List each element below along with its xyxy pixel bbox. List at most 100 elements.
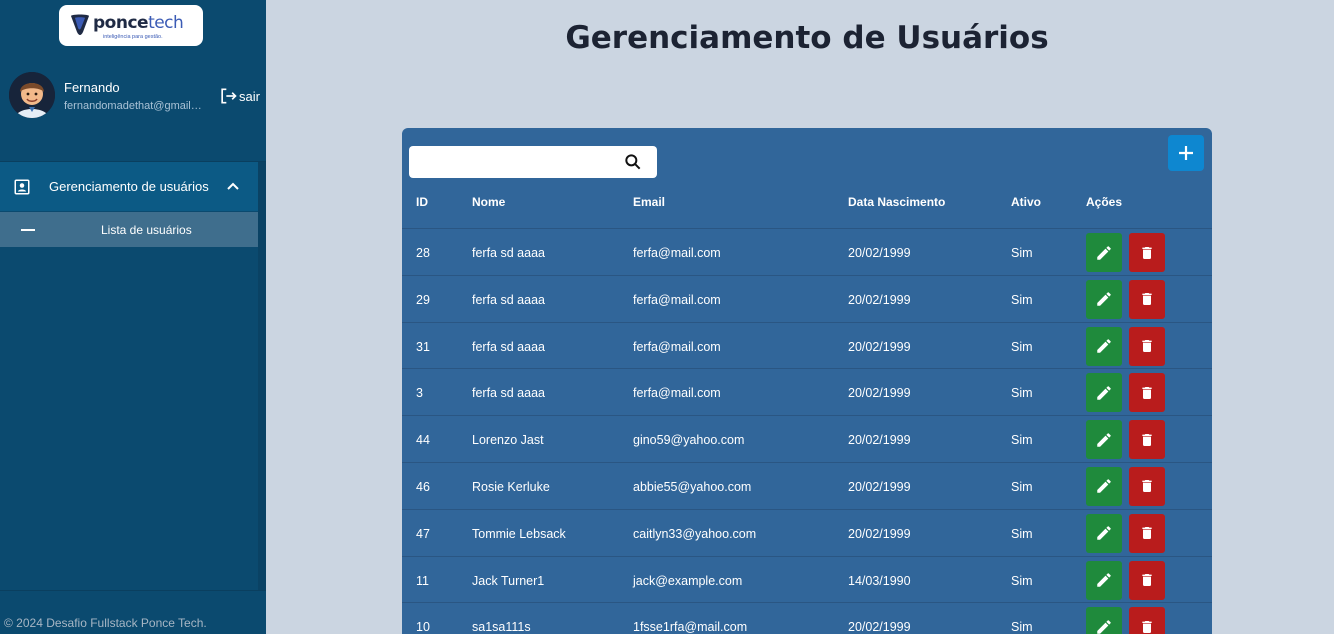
cell-name: ferfa sd aaaa — [472, 339, 545, 354]
delete-user-button[interactable] — [1129, 513, 1165, 553]
copyright-text: © 2024 Desafio Fullstack Ponce Tech. — [4, 616, 207, 630]
delete-user-button[interactable] — [1129, 607, 1165, 634]
logo-text: poncetech — [93, 13, 184, 33]
table-body: 28 ferfa sd aaaa ferfa@mail.com 20/02/19… — [402, 228, 1212, 634]
edit-user-button[interactable] — [1086, 560, 1122, 600]
column-header-name[interactable]: Nome — [472, 195, 505, 209]
cell-name: ferfa sd aaaa — [472, 246, 545, 260]
cell-email: ferfa@mail.com — [633, 292, 721, 307]
cell-id: 47 — [416, 526, 430, 541]
sidebar: poncetech inteligência para gestão. Fern… — [0, 0, 266, 634]
delete-user-button[interactable] — [1129, 466, 1165, 506]
delete-user-button[interactable] — [1129, 233, 1165, 272]
edit-user-button[interactable] — [1086, 233, 1122, 272]
delete-user-button[interactable] — [1129, 326, 1165, 366]
cell-active: Sim — [1011, 292, 1033, 307]
cell-email: abbie55@yahoo.com — [633, 479, 752, 494]
search-box — [409, 146, 657, 178]
logout-label: sair — [239, 88, 260, 104]
cell-name: sa1sa111s — [472, 620, 531, 634]
column-header-actions: Ações — [1086, 195, 1123, 209]
logo[interactable]: poncetech inteligência para gestão. — [59, 5, 203, 46]
table-row: 46 Rosie Kerluke abbie55@yahoo.com 20/02… — [402, 461, 1212, 509]
cell-id: 44 — [416, 433, 430, 448]
table-row: 11 Jack Turner1 jack@example.com 14/03/1… — [402, 555, 1212, 603]
user-panel: Fernando fernandomadethat@gmail.com sair — [0, 62, 266, 132]
sidebar-item-user-list[interactable]: Lista de usuários — [0, 212, 258, 247]
user-name: Fernando — [64, 80, 120, 95]
logout-icon — [221, 88, 237, 104]
avatar — [9, 72, 55, 118]
cell-id: 31 — [416, 339, 430, 354]
trash-icon — [1142, 246, 1152, 259]
column-header-email[interactable]: Email — [633, 195, 665, 209]
cell-id: 11 — [416, 573, 429, 588]
pencil-icon — [1097, 620, 1111, 634]
sidebar-item-user-management[interactable]: Gerenciamento de usuários — [0, 162, 258, 211]
cell-id: 28 — [416, 246, 430, 260]
delete-user-button[interactable] — [1129, 279, 1165, 319]
cell-active: Sim — [1011, 526, 1033, 541]
column-header-active[interactable]: Ativo — [1011, 195, 1041, 209]
cell-email: ferfa@mail.com — [633, 339, 721, 354]
cell-email: ferfa@mail.com — [633, 246, 721, 260]
delete-user-button[interactable] — [1129, 560, 1165, 600]
edit-user-button[interactable] — [1086, 279, 1122, 319]
edit-user-button[interactable] — [1086, 373, 1122, 413]
logout-button[interactable]: sair — [218, 86, 260, 106]
cell-id: 10 — [416, 620, 430, 634]
edit-user-button[interactable] — [1086, 466, 1122, 506]
pencil-icon — [1097, 479, 1111, 494]
sidebar-item-label: Gerenciamento de usuários — [49, 179, 209, 194]
cell-active: Sim — [1011, 339, 1033, 354]
pencil-icon — [1097, 573, 1111, 587]
trash-icon — [1142, 527, 1152, 540]
page-title: Gerenciamento de Usuários — [565, 20, 1049, 56]
cell-email: jack@example.com — [633, 573, 743, 588]
column-header-id[interactable]: ID — [416, 195, 428, 209]
cell-email: caitlyn33@yahoo.com — [633, 526, 757, 541]
pencil-icon — [1097, 339, 1111, 353]
contact-card-icon — [14, 179, 30, 194]
cell-email: ferfa@mail.com — [633, 386, 721, 401]
cell-birthdate: 20/02/1999 — [848, 433, 911, 448]
sidebar-scrollbar[interactable] — [258, 162, 266, 590]
cell-email: 1fsse1rfa@mail.com — [633, 620, 748, 634]
cell-birthdate: 14/03/1990 — [848, 573, 911, 588]
avatar-illustration-icon — [9, 72, 55, 118]
cell-active: Sim — [1011, 479, 1033, 494]
cell-active: Sim — [1011, 246, 1033, 260]
table-row: 3 ferfa sd aaaa ferfa@mail.com 20/02/199… — [402, 368, 1212, 415]
edit-user-button[interactable] — [1086, 607, 1122, 634]
table-row: 47 Tommie Lebsack caitlyn33@yahoo.com 20… — [402, 508, 1212, 556]
sidebar-subitem-label: Lista de usuários — [101, 223, 192, 237]
chevron-up-icon — [227, 182, 239, 190]
search-icon[interactable] — [623, 152, 643, 172]
cell-birthdate: 20/02/1999 — [848, 620, 911, 634]
table-row: 29 ferfa sd aaaa ferfa@mail.com 20/02/19… — [402, 274, 1212, 322]
pencil-icon — [1097, 526, 1111, 541]
cell-birthdate: 20/02/1999 — [848, 246, 911, 260]
cell-active: Sim — [1011, 386, 1033, 401]
cell-email: gino59@yahoo.com — [633, 433, 745, 448]
pencil-icon — [1097, 245, 1111, 260]
delete-user-button[interactable] — [1129, 420, 1165, 460]
edit-user-button[interactable] — [1086, 513, 1122, 553]
cell-active: Sim — [1011, 573, 1033, 588]
edit-user-button[interactable] — [1086, 326, 1122, 366]
cell-name: Lorenzo Jast — [472, 433, 544, 448]
cell-name: ferfa sd aaaa — [472, 386, 545, 401]
trash-icon — [1142, 574, 1152, 587]
sidebar-footer: © 2024 Desafio Fullstack Ponce Tech. — [0, 590, 266, 634]
users-table-card: ID Nome Email Data Nascimento Ativo Açõe… — [402, 128, 1212, 634]
table-row: 44 Lorenzo Jast gino59@yahoo.com 20/02/1… — [402, 415, 1212, 462]
delete-user-button[interactable] — [1129, 373, 1165, 413]
trash-icon — [1142, 293, 1152, 306]
edit-user-button[interactable] — [1086, 420, 1122, 460]
add-user-button[interactable] — [1168, 135, 1204, 171]
trash-icon — [1142, 433, 1152, 446]
plus-icon — [1179, 146, 1193, 160]
search-input[interactable] — [417, 151, 617, 173]
column-header-birthdate[interactable]: Data Nascimento — [848, 195, 945, 209]
trash-icon — [1142, 340, 1152, 353]
